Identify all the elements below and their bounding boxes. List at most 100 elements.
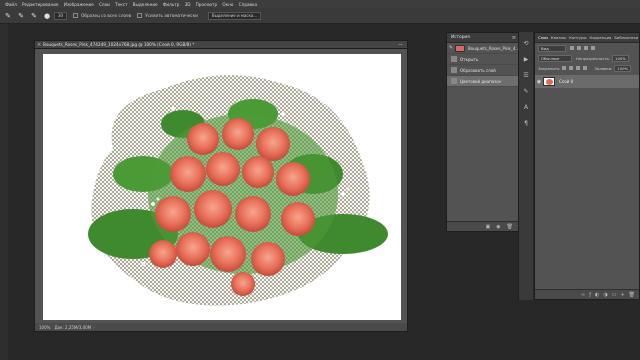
snapshot-thumbnail bbox=[454, 44, 465, 52]
properties-panel-icon[interactable]: ☰ bbox=[521, 70, 531, 80]
opacity-input[interactable]: 100% bbox=[612, 54, 629, 62]
brush-panel-icon[interactable]: ✎ bbox=[521, 86, 531, 96]
filter-shape-icon[interactable] bbox=[591, 46, 595, 50]
color-range-icon bbox=[451, 78, 457, 84]
history-item-label: Образовать слой bbox=[460, 67, 496, 73]
add-to-selection-icon[interactable]: ✎ bbox=[16, 11, 26, 21]
history-item-label: Открыть bbox=[460, 56, 479, 62]
canvas[interactable] bbox=[43, 54, 401, 320]
tab-libraries[interactable]: Библиотеки bbox=[614, 35, 638, 40]
filter-adjust-icon[interactable] bbox=[577, 46, 581, 50]
menu-text[interactable]: Текст bbox=[115, 2, 127, 7]
quick-select-icon[interactable]: ✎ bbox=[3, 11, 13, 21]
filter-row: Вид bbox=[535, 43, 639, 53]
menu-image[interactable]: Изображение bbox=[64, 2, 94, 7]
menu-edit[interactable]: Редактирование bbox=[22, 2, 59, 7]
zoom-level[interactable]: 100% bbox=[39, 325, 50, 330]
menu-help[interactable]: Справка bbox=[239, 2, 257, 7]
actions-panel-icon[interactable]: ▶ bbox=[521, 54, 531, 64]
layer-icon bbox=[451, 67, 457, 73]
minimize-icon[interactable]: — bbox=[398, 42, 403, 48]
tab-layers[interactable]: Слои bbox=[538, 35, 548, 40]
link-layers-icon[interactable]: ∞ bbox=[581, 292, 585, 298]
layer-row[interactable]: ◉ Слой 0 bbox=[535, 75, 639, 88]
sample-all-label: Образец со всех слоев bbox=[81, 13, 132, 18]
history-snapshot[interactable]: ✎ Bouquets_Roses_Pink_4... bbox=[447, 43, 519, 54]
fill-label: Заливка: bbox=[594, 65, 613, 71]
filter-pixel-icon[interactable] bbox=[570, 46, 574, 50]
menu-select[interactable]: Выделение bbox=[133, 2, 158, 7]
camera-icon[interactable]: ◉ bbox=[496, 224, 500, 230]
layer-name[interactable]: Слой 0 bbox=[559, 79, 573, 84]
menu-view[interactable]: Просмотр bbox=[196, 2, 218, 7]
tab-channels[interactable]: Каналы bbox=[551, 35, 566, 40]
document-window: × Bouquets_Roses_Pink_474249_1024x768.jp… bbox=[34, 40, 408, 332]
history-item[interactable]: Открыть bbox=[447, 54, 519, 65]
options-bar: ✎ ✎ ✎ ● 30 Образец со всех слоев Усилить… bbox=[0, 8, 640, 24]
group-folder-icon[interactable]: ▭ bbox=[612, 292, 617, 298]
subtract-selection-icon[interactable]: ✎ bbox=[29, 11, 39, 21]
document-tab[interactable]: × Bouquets_Roses_Pink_474249_1024x768.jp… bbox=[35, 41, 407, 49]
history-item[interactable]: Образовать слой bbox=[447, 65, 519, 76]
auto-enhance-label: Усилить автоматически bbox=[145, 13, 198, 18]
panel-menu-icon[interactable]: ≡ bbox=[512, 35, 516, 41]
open-icon bbox=[451, 56, 457, 62]
paragraph-panel-icon[interactable]: ¶ bbox=[521, 118, 531, 128]
sample-all-checkbox[interactable] bbox=[73, 13, 79, 18]
auto-enhance-checkbox[interactable] bbox=[137, 13, 143, 18]
lock-pixels-icon[interactable] bbox=[569, 66, 574, 70]
photoshop-window: Файл Редактирование Изображение Слои Тек… bbox=[0, 0, 640, 360]
menu-window[interactable]: Окно bbox=[222, 2, 233, 7]
lock-position-icon[interactable] bbox=[576, 66, 581, 70]
status-bar: 100% Док: 2,25M/3,00M › bbox=[35, 323, 407, 331]
lock-row: Закрепить: Заливка: 100% bbox=[535, 63, 639, 73]
document-title: Bouquets_Roses_Pink_474249_1024x768.jpg … bbox=[43, 42, 195, 47]
history-item-active[interactable]: Цветовой диапазон bbox=[447, 76, 519, 87]
layers-panel: Слои Каналы Контуры Коррекция Библиотеки… bbox=[534, 32, 640, 300]
menu-file[interactable]: Файл bbox=[5, 2, 17, 7]
doc-size: Док: 2,25M/3,00M bbox=[54, 324, 92, 330]
menu-3d[interactable]: 3D bbox=[185, 2, 191, 7]
new-layer-icon[interactable]: + bbox=[620, 292, 624, 298]
filter-text-icon[interactable] bbox=[584, 46, 588, 50]
tab-paths[interactable]: Контуры bbox=[569, 35, 586, 40]
refine-edge-button[interactable]: Выделение и маска... bbox=[207, 11, 262, 20]
history-tabs: История ≡ bbox=[447, 33, 519, 43]
history-panel-icon[interactable]: ⟲ bbox=[521, 38, 531, 48]
status-arrow-icon[interactable]: › bbox=[93, 325, 95, 330]
panel-icon-strip: ⟲ ▶ ☰ ✎ A ¶ bbox=[518, 32, 533, 300]
fill-input[interactable]: 100% bbox=[614, 64, 632, 72]
adjustment-layer-icon[interactable]: ◑ bbox=[603, 292, 607, 298]
brush-source-icon[interactable]: ✎ bbox=[447, 45, 455, 51]
mask-icon[interactable]: ◐ bbox=[595, 292, 599, 298]
trash-icon[interactable]: 🗑 bbox=[507, 224, 513, 230]
character-panel-icon[interactable]: A bbox=[521, 102, 531, 112]
lock-transparent-icon[interactable] bbox=[562, 66, 567, 70]
layers-tabs: Слои Каналы Контуры Коррекция Библиотеки bbox=[535, 33, 639, 43]
toolbar-strip bbox=[0, 24, 8, 360]
menu-filter[interactable]: Фильтр bbox=[163, 2, 180, 7]
layers-footer: ∞ ƒ ◐ ◑ ▭ + 🗑 bbox=[535, 289, 639, 299]
tab-adjustments[interactable]: Коррекция bbox=[590, 35, 612, 40]
brush-size-icon[interactable]: ● bbox=[42, 11, 52, 21]
bouquet-image bbox=[88, 75, 388, 306]
lock-label: Закрепить: bbox=[538, 65, 561, 71]
new-doc-from-state-icon[interactable]: ▣ bbox=[486, 224, 491, 230]
filter-kind-select[interactable]: Вид bbox=[538, 44, 566, 52]
history-item-label: Bouquets_Roses_Pink_4... bbox=[467, 45, 519, 51]
opacity-label: Непрозрачность: bbox=[576, 55, 611, 61]
history-panel: История ≡ ✎ Bouquets_Roses_Pink_4... Отк… bbox=[446, 32, 520, 232]
trash-icon[interactable]: 🗑 bbox=[629, 292, 635, 298]
history-item-label: Цветовой диапазон bbox=[460, 78, 502, 84]
menu-bar: Файл Редактирование Изображение Слои Тек… bbox=[0, 0, 640, 8]
blend-mode-select[interactable]: Обычные bbox=[538, 54, 572, 62]
brush-size-value[interactable]: 30 bbox=[54, 11, 68, 20]
menu-layers[interactable]: Слои bbox=[99, 2, 110, 7]
fx-icon[interactable]: ƒ bbox=[589, 292, 591, 298]
visibility-eye-icon[interactable]: ◉ bbox=[535, 79, 543, 85]
blend-row: Обычные Непрозрачность: 100% bbox=[535, 53, 639, 63]
tab-history[interactable]: История bbox=[451, 35, 470, 40]
history-footer: ▣ ◉ 🗑 bbox=[447, 221, 519, 231]
lock-all-icon[interactable] bbox=[583, 66, 588, 70]
layer-thumbnail bbox=[543, 77, 555, 86]
